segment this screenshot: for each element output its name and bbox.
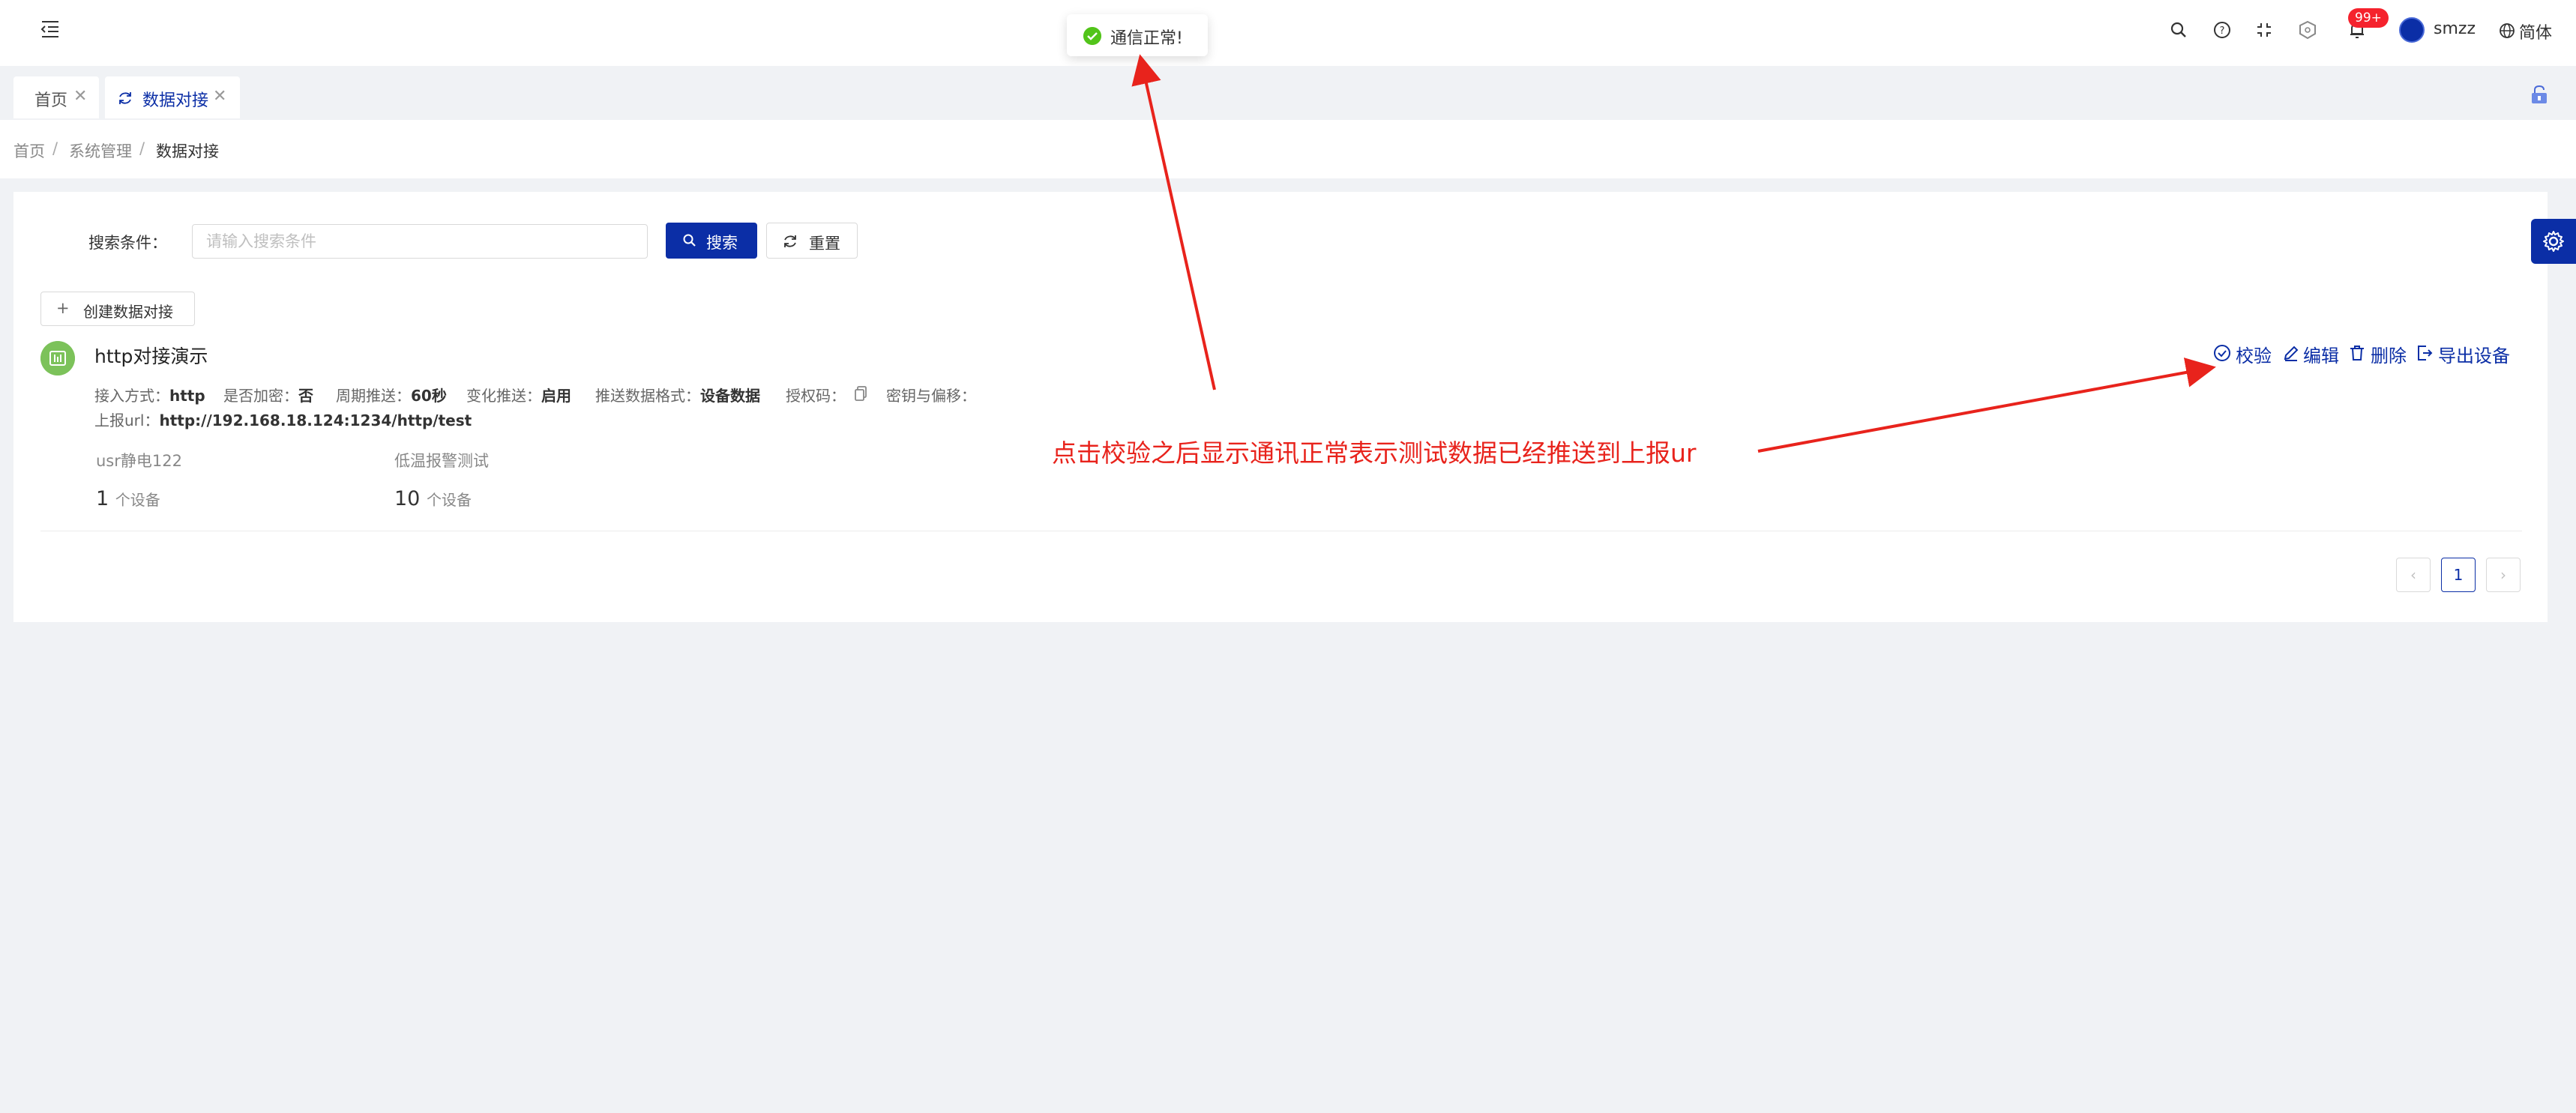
edit-icon[interactable]	[2282, 344, 2300, 362]
breadcrumb-separator: /	[139, 139, 145, 157]
search-icon	[683, 234, 696, 247]
username[interactable]: smzz	[2434, 19, 2476, 38]
meta-access: 接入方式：http	[94, 387, 205, 405]
breadcrumb-system[interactable]: 系统管理	[69, 139, 132, 162]
lock-icon[interactable]	[2530, 84, 2549, 105]
create-button-label: 创建数据对接	[83, 303, 173, 321]
shield-icon[interactable]	[2297, 19, 2318, 40]
search-icon[interactable]	[2168, 19, 2189, 40]
device-group-count: 10 个设备	[394, 487, 472, 510]
device-group-name: 低温报警测试	[394, 452, 489, 470]
avatar[interactable]	[2399, 17, 2425, 43]
meta-encrypt: 是否加密：否	[223, 387, 313, 405]
plus-icon: +	[56, 299, 70, 317]
export-icon[interactable]	[2416, 344, 2434, 362]
close-icon[interactable]: ✕	[213, 87, 226, 106]
annotation-text: 点击校验之后显示通讯正常表示测试数据已经推送到上报ur	[1052, 438, 1697, 468]
notification-badge: 99+	[2348, 8, 2389, 28]
refresh-icon[interactable]	[117, 90, 133, 106]
create-data-integration-button[interactable]: + 创建数据对接	[40, 292, 195, 326]
search-label: 搜索条件：	[88, 234, 167, 252]
fullscreen-icon[interactable]	[2254, 19, 2275, 40]
meta-key-offset: 密钥与偏移：	[886, 387, 976, 405]
settings-button[interactable]	[2531, 219, 2576, 264]
tab-label: 首页	[34, 91, 68, 110]
tab-home[interactable]: 首页 ✕	[13, 76, 99, 118]
meta-format: 推送数据格式：设备数据	[595, 387, 760, 405]
close-icon[interactable]: ✕	[73, 87, 87, 106]
reset-button[interactable]: 重置	[766, 223, 858, 259]
meta-report-url: 上报url：http://192.168.18.124:1234/http/te…	[94, 411, 472, 429]
prev-page-button[interactable]: ‹	[2396, 558, 2431, 592]
delete-button[interactable]: 删除	[2371, 341, 2407, 367]
gear-icon	[2543, 231, 2564, 252]
success-toast: 通信正常!	[1067, 14, 1208, 56]
top-header: ? 99+ smzz 简体	[0, 0, 2576, 66]
export-devices-button[interactable]: 导出设备	[2438, 341, 2510, 367]
page-number[interactable]: 1	[2441, 558, 2476, 592]
check-circle-icon[interactable]	[2213, 344, 2231, 362]
verify-button[interactable]: 校验	[2236, 341, 2272, 367]
meta-change: 变化推送：启用	[466, 387, 571, 405]
toast-message: 通信正常!	[1110, 29, 1183, 48]
device-group-name: usr静电122	[96, 452, 182, 470]
copy-icon[interactable]	[853, 385, 868, 402]
tab-label: 数据对接	[142, 91, 209, 110]
svg-text:?: ?	[2220, 25, 2225, 37]
delete-icon[interactable]	[2348, 344, 2366, 362]
meta-period: 周期推送：60秒	[336, 387, 447, 405]
check-circle-icon	[1083, 27, 1101, 45]
search-button-label: 搜索	[706, 234, 738, 252]
device-group-count: 1 个设备	[96, 487, 160, 510]
edit-button[interactable]: 编辑	[2303, 341, 2339, 367]
tab-bar: 首页 ✕ 数据对接 ✕	[0, 66, 2576, 120]
tab-data-integration[interactable]: 数据对接 ✕	[105, 76, 240, 118]
meta-auth-code: 授权码：	[786, 387, 846, 405]
globe-icon[interactable]	[2498, 22, 2516, 40]
search-button[interactable]: 搜索	[666, 223, 757, 259]
next-page-button[interactable]: ›	[2486, 558, 2521, 592]
refresh-icon	[784, 235, 796, 247]
breadcrumb: 首页 / 系统管理 / 数据对接	[0, 120, 2576, 178]
reset-button-label: 重置	[809, 235, 840, 253]
language-switch[interactable]: 简体	[2519, 19, 2552, 43]
menu-fold-icon[interactable]	[39, 18, 61, 40]
help-icon[interactable]: ?	[2212, 19, 2233, 40]
data-integration-icon	[40, 341, 75, 375]
breadcrumb-separator: /	[52, 139, 58, 157]
breadcrumb-home[interactable]: 首页	[13, 139, 45, 162]
item-title: http对接演示	[94, 346, 208, 367]
breadcrumb-current: 数据对接	[156, 142, 219, 160]
search-input[interactable]	[192, 224, 648, 259]
